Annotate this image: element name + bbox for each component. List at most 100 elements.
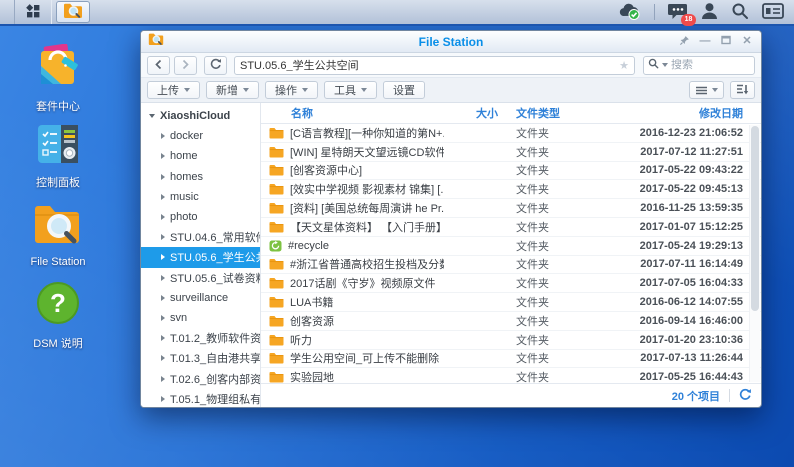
sort-button[interactable]	[730, 81, 755, 99]
tree-expand-icon[interactable]	[161, 275, 165, 281]
file-row[interactable]: 创客资源 文件夹 2016-09-14 16:46:00	[261, 312, 761, 331]
tree-expand-icon[interactable]	[161, 214, 165, 220]
chevron-down-icon	[184, 88, 190, 92]
sidebar-folder-item[interactable]: T.01.2_教师软件资源区	[141, 328, 260, 348]
search-button[interactable]	[731, 2, 749, 23]
sidebar-root-xiaoshicloud[interactable]: XiaoshiCloud	[141, 106, 260, 126]
tree-expand-icon[interactable]	[161, 153, 165, 159]
favorite-star-icon[interactable]: ★	[619, 59, 629, 72]
column-header-name[interactable]: 名称	[261, 105, 444, 121]
sidebar-folder-item[interactable]: T.05.1_物理组私有共享空	[141, 389, 260, 407]
tree-expand-icon[interactable]	[161, 254, 165, 260]
file-name-cell: LUA书籍	[261, 294, 444, 310]
file-row[interactable]: #recycle 文件夹 2017-05-24 19:29:13	[261, 237, 761, 256]
sidebar-folder-item[interactable]: photo	[141, 207, 260, 227]
file-row[interactable]: [WIN] 星特朗天文望远镜CD软件 文件夹 2017-07-12 11:27:…	[261, 143, 761, 162]
sidebar-folder-item[interactable]: STU.04.6_常用软件	[141, 227, 260, 247]
sidebar-folder-item[interactable]: homes	[141, 167, 260, 187]
tree-expand-icon[interactable]	[161, 396, 165, 402]
close-button[interactable]: ✕	[740, 35, 754, 49]
taskbar-file-station-button[interactable]	[56, 1, 90, 23]
file-row[interactable]: [资料] [美国总统每周演讲 he Pr... 文件夹 2016-11-25 1…	[261, 199, 761, 218]
sidebar-folder-item[interactable]: STU.05.6_试卷资料下载	[141, 268, 260, 288]
file-row[interactable]: [创客资源中心] 文件夹 2017-05-22 09:43:22	[261, 162, 761, 181]
chevron-down-icon	[302, 88, 308, 92]
tree-expand-icon[interactable]	[161, 376, 165, 382]
sidebar-item-label: STU.05.6_学生公共空间	[170, 249, 260, 265]
tree-expand-icon[interactable]	[161, 315, 165, 321]
cloud-sync-button[interactable]	[617, 2, 641, 23]
sidebar-folder-item[interactable]: T.02.6_创客内部资料	[141, 368, 260, 388]
file-row[interactable]: LUA书籍 文件夹 2016-06-12 14:07:55	[261, 293, 761, 312]
chevron-down-icon	[712, 88, 718, 92]
maximize-button[interactable]	[719, 35, 733, 49]
sidebar-folder-item[interactable]: svn	[141, 308, 260, 328]
toolbar-button[interactable]: 操作	[265, 81, 318, 99]
user-button[interactable]	[701, 2, 718, 23]
minimize-button[interactable]: —	[698, 35, 712, 49]
desktop-icon-file-station[interactable]: File Station	[12, 202, 104, 268]
search-input[interactable]	[671, 59, 729, 71]
tree-expand-icon[interactable]	[161, 133, 165, 139]
back-button[interactable]	[147, 56, 170, 75]
file-date: 2017-01-20 23:10:36	[616, 334, 761, 346]
navigation-bar: ★	[141, 53, 761, 78]
scrollbar-thumb[interactable]	[751, 126, 759, 311]
file-date: 2017-07-05 16:04:33	[616, 277, 761, 289]
column-header-size[interactable]: 大小	[444, 105, 504, 121]
pin-window-button[interactable]	[677, 35, 691, 49]
tree-expand-icon[interactable]	[161, 295, 165, 301]
file-date: 2017-07-13 11:26:44	[616, 352, 761, 364]
column-header-date[interactable]: 修改日期	[616, 105, 761, 121]
sidebar-folder-item[interactable]: surveillance	[141, 288, 260, 308]
forward-button[interactable]	[174, 56, 197, 75]
search-box[interactable]	[643, 56, 755, 75]
refresh-button[interactable]	[204, 56, 227, 75]
main-menu-button[interactable]	[14, 0, 52, 24]
tree-expand-icon[interactable]	[161, 194, 165, 200]
sidebar-folder-item[interactable]: T.01.3_自由港共享空间	[141, 348, 260, 368]
taskbar-left	[0, 0, 94, 24]
file-row[interactable]: #浙江省普通高校招生投档及分数... 文件夹 2017-07-11 16:14:…	[261, 256, 761, 275]
window-titlebar[interactable]: File Station — ✕	[141, 31, 761, 53]
sidebar-folder-item[interactable]: home	[141, 146, 260, 166]
view-mode-button[interactable]	[689, 81, 724, 99]
desktop-icon-control-panel[interactable]: 控制面板	[12, 124, 104, 190]
widgets-button[interactable]	[762, 3, 784, 22]
column-header-type[interactable]: 文件类型	[504, 105, 616, 121]
sidebar-folder-item[interactable]: docker	[141, 126, 260, 146]
file-row[interactable]: [C语言教程][一种你知道的第N+... 文件夹 2016-12-23 21:0…	[261, 124, 761, 143]
toolbar-button[interactable]: 工具	[324, 81, 377, 99]
search-options-caret-icon[interactable]	[662, 63, 668, 67]
file-row[interactable]: 【天文星体资料】 【入门手册】 文件夹 2017-01-07 15:12:25	[261, 218, 761, 237]
path-bar[interactable]: ★	[234, 56, 635, 75]
file-row[interactable]: 2017话剧《守岁》视频原文件 文件夹 2017-07-05 16:04:33	[261, 274, 761, 293]
desktop-icon-dsm-help[interactable]: ? DSM 说明	[12, 281, 104, 351]
toolbar-button[interactable]: 设置	[383, 81, 425, 99]
desktop-icon-package-center[interactable]: 套件中心	[12, 44, 104, 114]
file-row[interactable]: 听力 文件夹 2017-01-20 23:10:36	[261, 331, 761, 350]
folder-icon	[269, 371, 284, 383]
pin-icon	[679, 37, 690, 49]
tree-collapse-icon[interactable]	[149, 114, 155, 118]
notifications-button[interactable]: 18	[668, 2, 688, 23]
path-input[interactable]	[240, 59, 619, 71]
toolbar-button[interactable]: 新增	[206, 81, 259, 99]
sidebar-folder-item[interactable]: STU.05.6_学生公共空间	[141, 247, 260, 267]
tree-expand-icon[interactable]	[161, 335, 165, 341]
toolbar-button[interactable]: 上传	[147, 81, 200, 99]
refresh-list-button[interactable]	[739, 388, 752, 404]
sidebar-folder-item[interactable]: music	[141, 187, 260, 207]
tree-expand-icon[interactable]	[161, 355, 165, 361]
list-scrollbar[interactable]	[749, 125, 760, 382]
tree-expand-icon[interactable]	[161, 174, 165, 180]
file-row[interactable]: 学生公用空间_可上传不能删除 文件夹 2017-07-13 11:26:44	[261, 350, 761, 369]
tree-expand-icon[interactable]	[161, 234, 165, 240]
folder-icon	[269, 258, 284, 270]
file-name-cell: [创客资源中心]	[261, 162, 444, 178]
toolbar: 上传 新增 操作 工具 设置	[141, 78, 761, 103]
folder-icon	[269, 352, 284, 364]
file-type: 文件夹	[504, 350, 616, 366]
file-row[interactable]: 实验园地 文件夹 2017-05-25 16:44:43	[261, 368, 761, 383]
file-row[interactable]: [效实中学视频 影视素材 锦集] [... 文件夹 2017-05-22 09:…	[261, 180, 761, 199]
